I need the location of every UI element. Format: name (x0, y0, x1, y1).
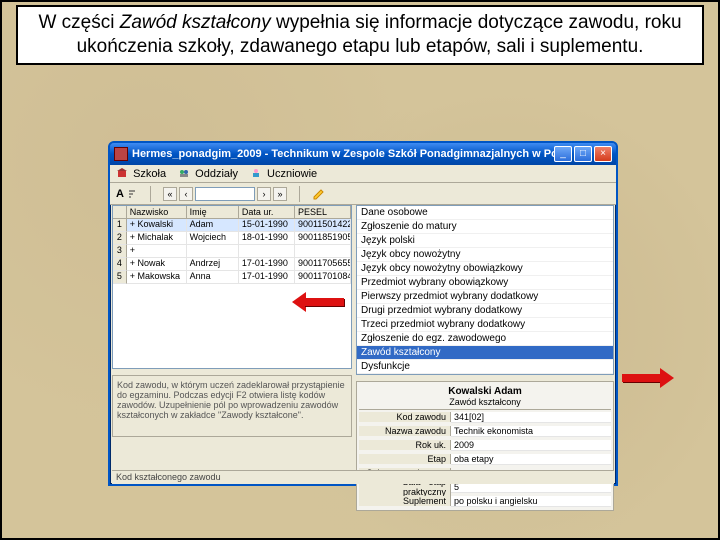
section-item[interactable]: Język polski (357, 234, 613, 248)
nav-last-button[interactable]: » (273, 187, 287, 201)
window-title: Hermes_ponadgim_2009 - Technikum w Zespo… (132, 148, 554, 160)
col-imie[interactable]: Imię (187, 206, 239, 218)
section-item[interactable]: Dane osobowe (357, 206, 613, 220)
form-value[interactable]: Technik ekonomista (451, 426, 611, 437)
nav-next-button[interactable]: › (257, 187, 271, 201)
grid-header: Nazwisko Imię Data ur. PESEL (113, 206, 351, 219)
table-row[interactable]: 1+ KowalskiAdam15-01-199090011501422 (113, 219, 351, 232)
titlebar[interactable]: Hermes_ponadgim_2009 - Technikum w Zespo… (110, 143, 616, 165)
menubar: Szkoła Oddziały Uczniowie (110, 165, 616, 183)
right-pane: Dane osoboweZgłoszenie do maturyJęzyk po… (356, 205, 614, 470)
section-item[interactable]: Zawód kształcony (357, 346, 613, 360)
section-item[interactable]: Zgłoszenie do egz. zawodowego (357, 332, 613, 346)
col-dataur[interactable]: Data ur. (239, 206, 295, 218)
section-item[interactable]: Przedmiot wybrany obowiązkowy (357, 276, 613, 290)
table-row[interactable]: 2+ MichalakWojciech18-01-199090011851905 (113, 232, 351, 245)
caption-emph: Zawód kształcony (120, 12, 271, 33)
section-item[interactable]: Trzeci przedmiot wybrany dodatkowy (357, 318, 613, 332)
school-icon (116, 167, 128, 179)
groups-icon (178, 167, 190, 179)
app-icon (114, 147, 128, 161)
form-label: Suplement (359, 496, 451, 506)
minimize-button[interactable]: _ (554, 146, 572, 162)
form-row: Etapoba etapy (359, 452, 611, 466)
nav-first-button[interactable]: « (163, 187, 177, 201)
students-icon (250, 167, 262, 179)
hint-text: Kod zawodu, w którym uczeń zadeklarował … (112, 375, 352, 437)
section-item[interactable]: Drugi przedmiot wybrany dodatkowy (357, 304, 613, 318)
form-row: Suplementpo polsku i angielsku (359, 494, 611, 508)
callout-arrow-form (622, 371, 674, 385)
menu-szkola[interactable]: Szkoła (116, 167, 166, 180)
table-row[interactable]: 5+ MakowskaAnna17-01-199090011701084 (113, 271, 351, 284)
col-nazwisko[interactable]: Nazwisko (127, 206, 187, 218)
status-bar: Kod kształconego zawodu (112, 470, 614, 484)
instruction-caption: W części Zawód kształcony wypełnia się i… (16, 5, 704, 65)
menu-uczniowie[interactable]: Uczniowie (250, 167, 317, 180)
col-pesel[interactable]: PESEL (295, 206, 351, 218)
record-search-input[interactable] (195, 187, 255, 201)
form-row: Nazwa zawoduTechnik ekonomista (359, 424, 611, 438)
toolbar: A « ‹ › » (110, 183, 616, 205)
table-row[interactable]: 4+ NowakAndrzej17-01-199090011705655 (113, 258, 351, 271)
menu-oddzialy[interactable]: Oddziały (178, 167, 238, 180)
form-section-title: Zawód kształcony (359, 397, 611, 410)
edit-icon[interactable] (312, 187, 326, 201)
form-student-name: Kowalski Adam (359, 384, 611, 397)
section-item[interactable]: Zgłoszenie do matury (357, 220, 613, 234)
section-item[interactable]: Pierwszy przedmiot wybrany dodatkowy (357, 290, 613, 304)
close-button[interactable]: × (594, 146, 612, 162)
form-label: Etap (359, 454, 451, 464)
nav-prev-button[interactable]: ‹ (179, 187, 193, 201)
form-row: Rok uk.2009 (359, 438, 611, 452)
app-window: Hermes_ponadgim_2009 - Technikum w Zespo… (108, 141, 618, 486)
left-pane: Nazwisko Imię Data ur. PESEL 1+ Kowalski… (112, 205, 352, 470)
section-item[interactable]: Dysfunkcje (357, 360, 613, 374)
toolbar-letter[interactable]: A (116, 188, 124, 200)
table-row[interactable]: 3+ (113, 245, 351, 258)
maximize-button[interactable]: □ (574, 146, 592, 162)
section-item[interactable]: Język obcy nowożytny obowiązkowy (357, 262, 613, 276)
form-value[interactable]: 341[02] (451, 412, 611, 423)
form-value[interactable]: oba etapy (451, 454, 611, 465)
sort-icon[interactable] (126, 188, 138, 200)
form-label: Nazwa zawodu (359, 426, 451, 436)
callout-arrow-list (292, 295, 344, 309)
caption-pre: W części (38, 12, 119, 33)
form-label: Kod zawodu (359, 412, 451, 422)
form-value[interactable]: 2009 (451, 440, 611, 451)
students-grid[interactable]: Nazwisko Imię Data ur. PESEL 1+ Kowalski… (112, 205, 352, 369)
form-label: Rok uk. (359, 440, 451, 450)
form-row: Kod zawodu341[02] (359, 410, 611, 424)
form-value[interactable]: po polsku i angielsku (451, 496, 611, 507)
section-item[interactable]: Język obcy nowożytny (357, 248, 613, 262)
form-panel: Kowalski Adam Zawód kształcony Kod zawod… (356, 381, 614, 511)
section-list[interactable]: Dane osoboweZgłoszenie do maturyJęzyk po… (356, 205, 614, 375)
